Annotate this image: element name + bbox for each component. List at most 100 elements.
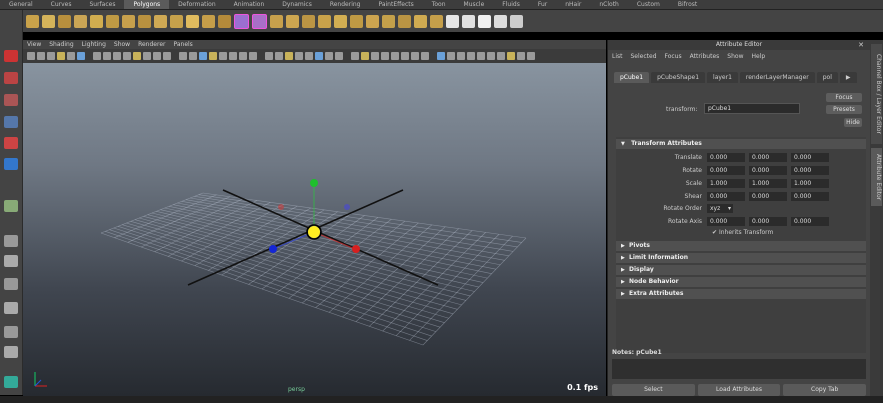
viewport-toolbar-icon[interactable] [199,52,207,60]
focus-button[interactable]: Focus [826,93,862,102]
shelf-tool-icon[interactable] [318,14,331,28]
viewport-toolbar-icon[interactable] [275,52,283,60]
shelf-tab-muscle[interactable]: Muscle [455,0,494,9]
node-tab-renderlayermanager[interactable]: renderLayerManager [739,72,815,83]
viewport-toolbar-icon[interactable] [335,52,343,60]
translate-z-field[interactable]: 0.000 [791,153,829,162]
transform-name-field[interactable] [704,103,800,114]
viewport-toolbar-icon[interactable] [517,52,525,60]
ae-menu-show[interactable]: Show [727,53,743,60]
shelf-tab-ncloth[interactable]: nCloth [590,0,628,9]
presets-button[interactable]: Presets [826,105,862,114]
tab-scroll-arrow-icon[interactable]: ▶ [839,72,857,83]
viewport-toolbar-icon[interactable] [497,52,505,60]
shelf-tool-icon[interactable] [106,14,119,28]
shear-z-field[interactable]: 0.000 [791,192,829,201]
ae-menu-attributes[interactable]: Attributes [690,53,720,60]
shelf-tool-icon[interactable] [218,14,231,28]
viewport-toolbar-icon[interactable] [179,52,187,60]
shelf-tool-icon[interactable] [350,14,363,28]
ae-menu-focus[interactable]: Focus [665,53,682,60]
shelf-tool-icon[interactable] [234,13,249,29]
viewport-toolbar-icon[interactable] [163,52,171,60]
outliner-layout-icon[interactable] [4,326,18,338]
shelf-tool-icon[interactable] [270,14,283,28]
select-button[interactable]: Select [612,384,695,396]
shelf-tab-polygons[interactable]: Polygons [124,0,170,9]
viewport-toolbar-icon[interactable] [67,52,75,60]
scale-x-field[interactable]: 1.000 [707,179,745,188]
translate-x-field[interactable]: 0.000 [707,153,745,162]
persp-outliner-layout-icon[interactable] [4,302,18,314]
shelf-tab-fur[interactable]: Fur [529,0,556,9]
viewport-toolbar-icon[interactable] [457,52,465,60]
viewport-toolbar-icon[interactable] [305,52,313,60]
shelf-tool-icon[interactable] [366,14,379,28]
shelf-tab-painteffects[interactable]: PaintEffects [369,0,422,9]
shelf-tab-surfaces[interactable]: Surfaces [80,0,124,9]
viewport-toolbar-icon[interactable] [123,52,131,60]
rotate-x-field[interactable]: 0.000 [707,166,745,175]
hide-button[interactable]: Hide [844,118,862,127]
viewport-menu-shading[interactable]: Shading [45,41,77,48]
shelf-tool-icon[interactable] [430,14,443,28]
viewport-toolbar-icon[interactable] [27,52,35,60]
section-node-behavior[interactable]: ▶ Node Behavior [616,277,866,287]
shelf-tab-animation[interactable]: Animation [225,0,274,9]
viewport-toolbar-icon[interactable] [437,52,445,60]
shelf-tool-icon[interactable] [138,14,151,28]
node-tab-pcube1[interactable]: pCube1 [614,72,650,83]
shelf-tab-toon[interactable]: Toon [423,0,455,9]
shelf-tool-icon[interactable] [478,14,491,28]
translate-y-field[interactable]: 0.000 [749,153,787,162]
viewport-toolbar-icon[interactable] [421,52,429,60]
viewport-toolbar-icon[interactable] [487,52,495,60]
section-limit-information[interactable]: ▶ Limit Information [616,253,866,263]
perspective-viewport[interactable]: persp 0.1 fps [23,40,606,396]
viewport-toolbar-icon[interactable] [285,52,293,60]
viewport-toolbar-icon[interactable] [249,52,257,60]
viewport-toolbar-icon[interactable] [219,52,227,60]
viewport-toolbar-icon[interactable] [93,52,101,60]
single-pane-layout-icon[interactable] [4,235,18,247]
viewport-toolbar-icon[interactable] [325,52,333,60]
scale-z-field[interactable]: 1.000 [791,179,829,188]
viewport-menu-panels[interactable]: Panels [169,41,196,48]
four-pane-layout-icon[interactable] [4,255,18,267]
viewport-toolbar-icon[interactable] [507,52,515,60]
shelf-tool-icon[interactable] [414,14,427,28]
viewport-toolbar-icon[interactable] [189,52,197,60]
side-by-side-layout-icon[interactable] [4,278,18,290]
shelf-tab-bifrost[interactable]: Bifrost [669,0,706,9]
last-tool-icon[interactable] [4,200,18,212]
viewport-toolbar-icon[interactable] [57,52,65,60]
shelf-tool-icon[interactable] [382,14,395,28]
viewport-menu-renderer[interactable]: Renderer [134,41,169,48]
notes-textarea[interactable] [612,359,866,379]
viewport-toolbar-icon[interactable] [411,52,419,60]
shelf-tool-icon[interactable] [302,14,315,28]
x-axis-handle[interactable] [352,245,360,253]
viewport-menu-show[interactable]: Show [110,41,134,48]
lasso-tool-icon[interactable] [4,72,18,84]
viewport-toolbar-icon[interactable] [527,52,535,60]
shelf-tab-dynamics[interactable]: Dynamics [273,0,321,9]
shelf-tool-icon[interactable] [398,14,411,28]
shelf-tool-icon[interactable] [122,14,135,28]
rotate-x-handle[interactable] [278,204,284,210]
viewport-toolbar-icon[interactable] [37,52,45,60]
attribute-editor-tab[interactable]: Attribute Editor [871,148,882,206]
section-display[interactable]: ▶ Display [616,265,866,275]
section-extra-attributes[interactable]: ▶ Extra Attributes [616,289,866,299]
viewport-toolbar-icon[interactable] [447,52,455,60]
scale-y-field[interactable]: 1.000 [749,179,787,188]
shelf-tool-icon[interactable] [334,14,347,28]
shelf-tab-nhair[interactable]: nHair [556,0,590,9]
shelf-tool-icon[interactable] [202,14,215,28]
shelf-tool-icon[interactable] [286,14,299,28]
viewport-toolbar-icon[interactable] [47,52,55,60]
shelf-tool-icon[interactable] [494,14,507,28]
transform-attributes-header[interactable]: ▼ Transform Attributes [616,139,866,149]
viewport-menu-lighting[interactable]: Lighting [78,41,110,48]
shelf-tool-icon[interactable] [42,14,55,28]
